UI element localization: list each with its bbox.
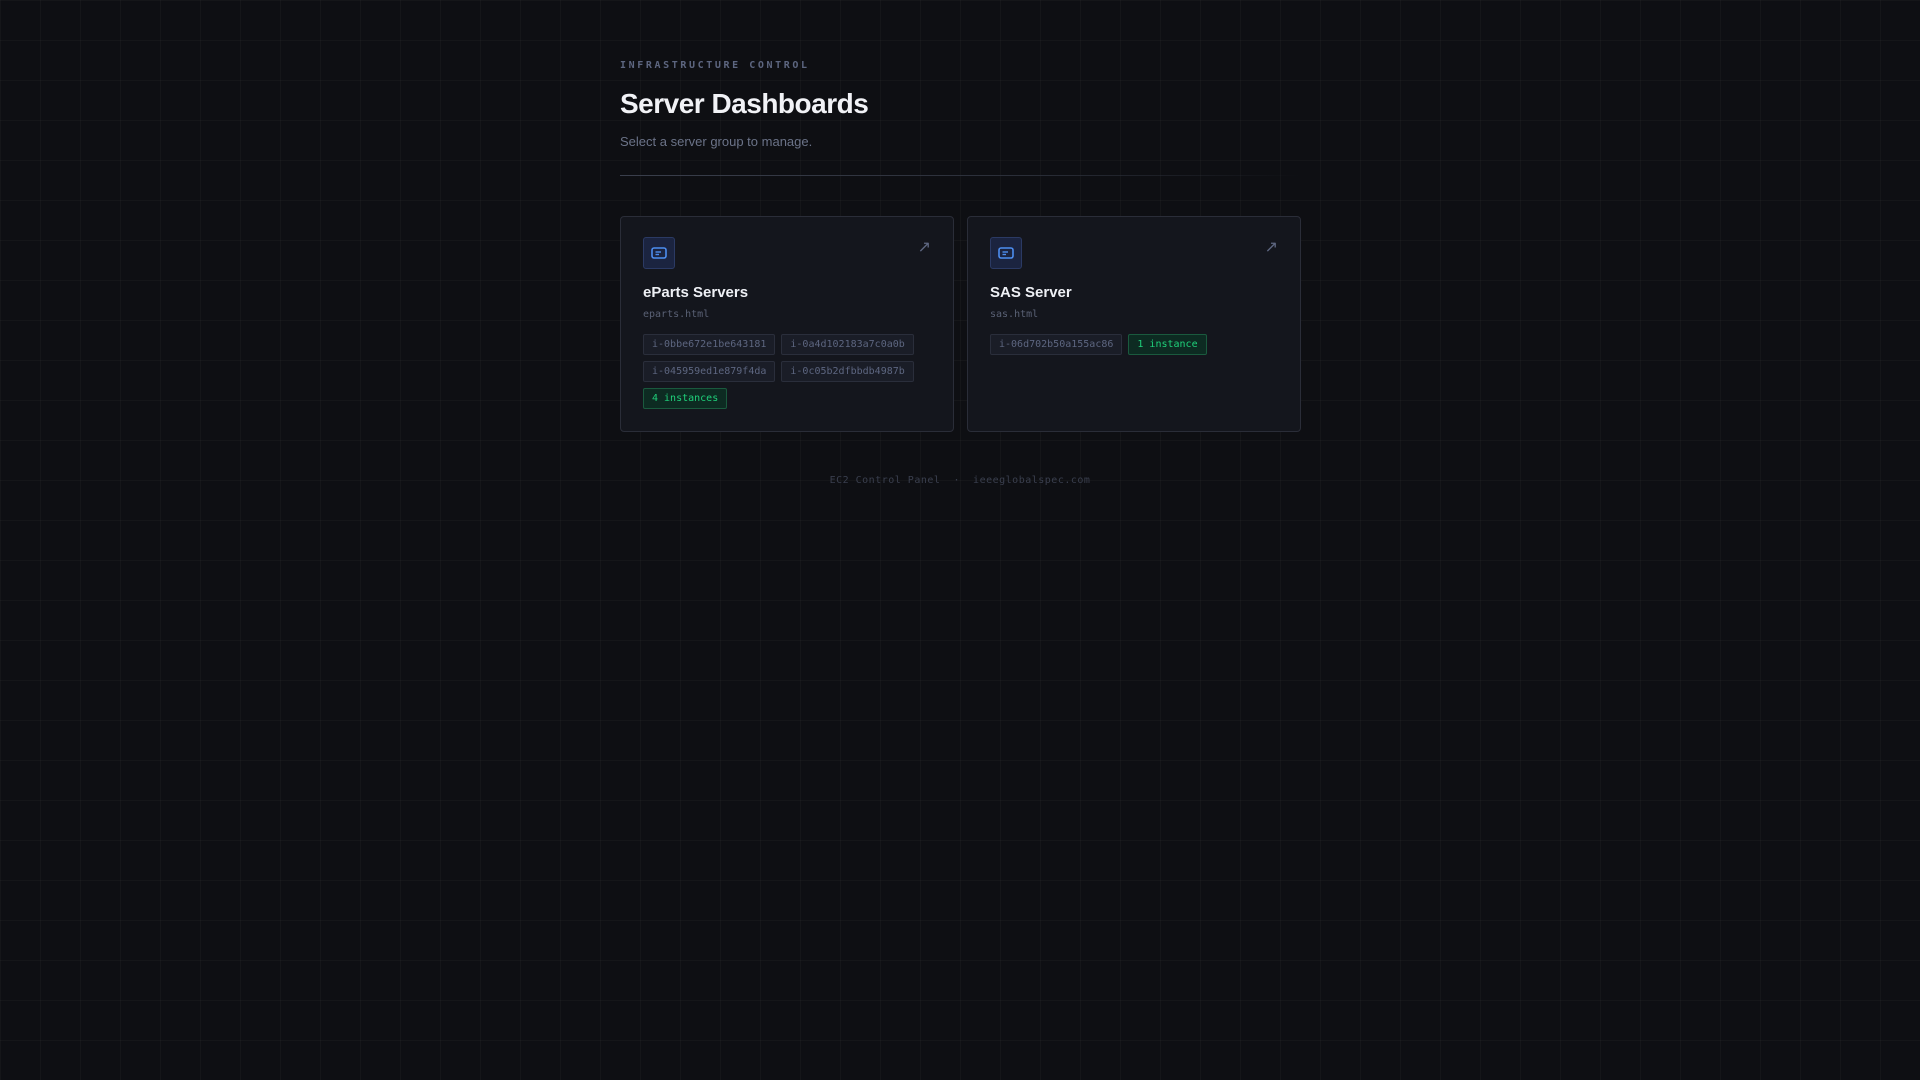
card-title: SAS Server [990,284,1072,301]
page-title: Server Dashboards [620,88,869,119]
footer-app-name: EC2 Control Panel [829,475,941,486]
instance-tags: i-0bbe672e1be643181 i-0a4d102183a7c0a0b … [643,334,933,409]
divider [620,175,1300,176]
instance-tag: i-045959ed1e879f4da [643,361,776,382]
eyebrow-label: INFRASTRUCTURE CONTROL [620,60,810,71]
instance-tag: i-0a4d102183a7c0a0b [781,334,914,355]
instance-tag: i-0bbe672e1be643181 [643,334,776,355]
server-icon [643,237,675,269]
arrow-up-right-icon[interactable]: ↗ [1265,237,1278,257]
card-filename: sas.html [990,309,1039,320]
server-card-eparts[interactable]: ↗ eParts Servers eparts.html i-0bbe672e1… [620,216,954,432]
card-filename: eparts.html [643,309,710,320]
instance-count-badge: 1 instance [1128,334,1207,355]
main-content: INFRASTRUCTURE CONTROL Server Dashboards… [620,60,1301,432]
page-subtitle: Select a server group to manage. [620,134,813,149]
card-title: eParts Servers [643,284,749,301]
footer-domain: ieeeglobalspec.com [973,475,1091,486]
footer: EC2 Control Panel · ieeeglobalspec.com [0,475,1920,486]
instance-tag: i-06d702b50a155ac86 [990,334,1123,355]
card-grid: ↗ eParts Servers eparts.html i-0bbe672e1… [620,216,1301,432]
server-card-sas[interactable]: ↗ SAS Server sas.html i-06d702b50a155ac8… [967,216,1301,432]
arrow-up-right-icon[interactable]: ↗ [918,237,931,257]
footer-separator: · [953,475,960,486]
server-icon [990,237,1022,269]
instance-tags: i-06d702b50a155ac86 1 instance [990,334,1280,355]
instance-tag: i-0c05b2dfbbdb4987b [781,361,914,382]
instance-count-badge: 4 instances [643,388,728,409]
